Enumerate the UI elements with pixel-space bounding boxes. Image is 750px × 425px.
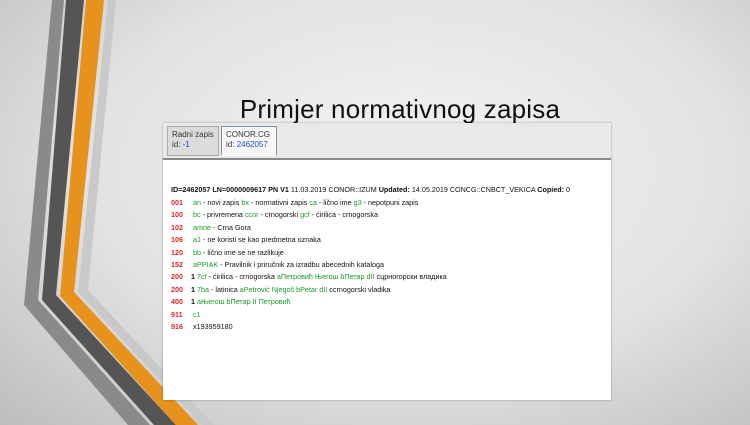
subfield-text: - nepotpuni zapis	[361, 198, 419, 207]
subfield-code: ca	[309, 198, 317, 207]
field-row: 120 bb - lično ime se ne razlikuje	[171, 248, 607, 260]
field-row: 100 bc - privremena ccnr - crnogorski gc…	[171, 210, 607, 222]
record-ln: LN=0000009617	[212, 185, 267, 194]
field-row: 911 c1	[171, 310, 607, 322]
subfield-code: a1	[193, 235, 201, 245]
field-row: 102 amne - Crna Gora	[171, 223, 607, 235]
field-row: 152 aPPIAK - Pravilnik i priručnik za iz…	[171, 260, 607, 272]
subfield-code: aPetrović Njegoš	[239, 284, 297, 294]
field-indicator: 1	[191, 272, 195, 282]
field-row: 200 1 7ba - latinica aPetrović Njegoš bPe…	[171, 285, 607, 297]
field-tag: 911	[171, 309, 183, 319]
tab-id-value: 2462057	[236, 140, 268, 149]
subfield-text: - lično ime se ne razlikuje	[201, 247, 284, 257]
subfield-code: bb	[193, 247, 201, 257]
subfield-code: amne	[193, 222, 211, 232]
field-tag: 400	[171, 297, 183, 307]
subfield-text: - latinica	[209, 284, 240, 294]
field-tag: 001	[171, 198, 183, 207]
tab-bar: Radni zapis id: -1 CONOR.CG id: 2462057	[163, 123, 611, 160]
record-panel: Radni zapis id: -1 CONOR.CG id: 2462057 …	[163, 123, 611, 400]
updated-label: Updated:	[378, 185, 410, 194]
subfield-text: ccrnogorski vladika	[329, 284, 391, 294]
tab-conor-cg[interactable]: CONOR.CG id: 2462057	[221, 126, 277, 156]
subfield-text: - Pravilnik i priručnik za izradbu abece…	[218, 259, 384, 269]
record-id: ID=2462057	[171, 185, 211, 194]
tab-label: CONOR.CG	[226, 130, 270, 139]
subfield-code: dII	[319, 284, 330, 294]
field-row: 001 an - novi zapis bx - normativni zapi…	[171, 198, 607, 210]
field-indicator: 1	[191, 297, 195, 307]
subfield-text: - ćirilica - crnogorska	[206, 272, 277, 282]
field-tag: 916	[171, 321, 183, 331]
updated-value: 14.05.2019 CONCG::CNBCT_VEKICA	[411, 185, 536, 194]
subfield-code: g3	[353, 198, 362, 207]
subfield-text: - novi zapis	[201, 198, 242, 207]
field-indicator: 1	[191, 284, 195, 294]
field-tag: 120	[171, 247, 183, 257]
subfield-code: bPetar	[296, 284, 320, 294]
tab-id-prefix: id:	[172, 140, 181, 149]
field-row: 916 x193959180	[171, 322, 607, 334]
record-source: CONOR::IZUM	[328, 185, 377, 194]
field-row: 200 1 7cf - ćirilica - crnogorska aПетров…	[171, 272, 607, 284]
subfield-code: 7ba	[197, 284, 209, 294]
subfield-text: - ćirilica - crnogorska	[309, 210, 378, 220]
field-row: 106 a1 - ne koristi se kao predmetna ozn…	[171, 235, 607, 247]
subfield-code: an	[193, 198, 201, 207]
subfield-code: gcf	[300, 210, 310, 220]
subfield-code: dII	[366, 272, 377, 282]
subfield-text: - crnogorski	[258, 210, 301, 220]
subfield-code: 7cf	[197, 272, 207, 282]
subfield-code: bПетар II Петровић	[226, 297, 291, 307]
field-tag: 200	[171, 272, 183, 282]
slide-title: Primjer normativnog zapisa	[239, 94, 561, 124]
subfield-code: aPPIAK	[193, 259, 219, 269]
record-pn: PN V1	[268, 185, 289, 194]
field-tag: 200	[171, 284, 183, 294]
tab-radni-zapis[interactable]: Radni zapis id: -1	[167, 126, 219, 156]
field-tag: 102	[171, 222, 183, 232]
copied-label: Copied:	[537, 185, 565, 194]
subfield-text: - ne koristi se kao predmetna oznaka	[201, 235, 321, 245]
subfield-text: сцрногорски владика	[376, 272, 447, 282]
subfield-code: bc	[193, 210, 201, 220]
subfield-code: aЊегош	[197, 297, 227, 307]
tab-id-value: -1	[182, 140, 190, 149]
subfield-code: bx	[241, 198, 249, 207]
tab-id-prefix: id:	[226, 140, 235, 149]
tab-label: Radni zapis	[172, 130, 214, 139]
subfield-text: x193959180	[193, 321, 233, 331]
subfield-text: - lično ime	[316, 198, 354, 207]
copied-value: 0	[566, 185, 571, 194]
record-content: ID=2462057 LN=0000009617 PN V1 11.03.201…	[171, 185, 607, 334]
subfield-text: - Crna Gora	[210, 222, 251, 232]
subfield-code: ccnr	[244, 210, 259, 220]
subfield-text: - normativni zapis	[248, 198, 310, 207]
field-row: 400 1 aЊегош bПетар II Петровић	[171, 297, 607, 309]
subfield-text: - privremena	[200, 210, 245, 220]
subfield-code: aПетровић Његош	[276, 272, 341, 282]
field-list: 001 an - novi zapis bx - normativni zapi…	[171, 198, 607, 334]
field-tag: 152	[171, 259, 183, 269]
subfield-code: bПетар	[340, 272, 367, 282]
field-tag: 100	[171, 210, 183, 220]
record-date: 11.03.2019	[290, 185, 327, 194]
field-tag: 106	[171, 235, 183, 245]
record-header: ID=2462057 LN=0000009617 PN V1 11.03.201…	[171, 185, 607, 198]
subfield-code: c1	[193, 309, 201, 319]
